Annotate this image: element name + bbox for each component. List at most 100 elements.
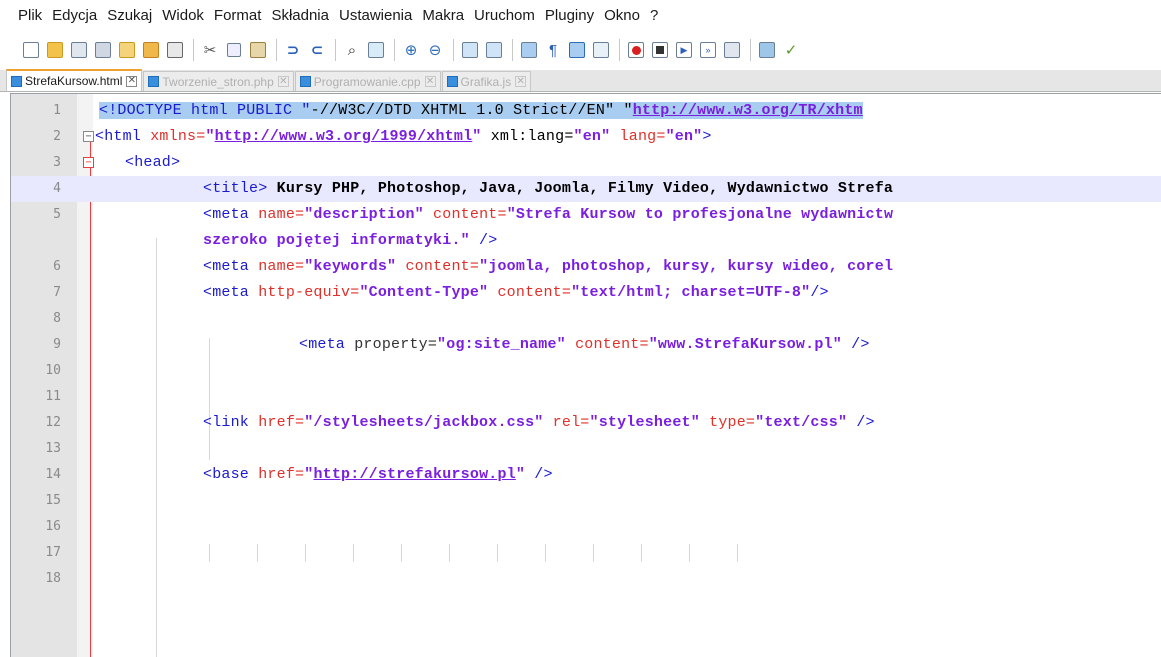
menu-bar: Plik Edycja Szukaj Widok Format Składnia… xyxy=(0,0,1161,30)
undo-icon[interactable]: ⊃ xyxy=(282,39,304,61)
menu-format[interactable]: Format xyxy=(214,7,262,24)
line-content: <head> xyxy=(125,154,181,171)
indent-guide xyxy=(353,544,354,562)
line-number: 3 xyxy=(53,155,61,170)
zoom-in-icon[interactable]: ⊕ xyxy=(400,39,422,61)
code-line-wrapped[interactable]: szeroko pojętej informatyki." /> xyxy=(11,228,1161,254)
line-content: szeroko pojętej informatyki." /> xyxy=(203,232,498,249)
save-all-icon[interactable] xyxy=(92,39,114,61)
code-line[interactable]: 2 − <html xmlns="http://www.w3.org/1999/… xyxy=(11,124,1161,150)
document-tab-bar: StrefaKursow.html ✕ Tworzenie_stron.php … xyxy=(0,69,1161,92)
close-all-icon[interactable] xyxy=(140,39,162,61)
line-number: 1 xyxy=(53,103,61,118)
print-icon[interactable] xyxy=(164,39,186,61)
line-number: 11 xyxy=(45,389,61,404)
line-content: <html xmlns="http://www.w3.org/1999/xhtm… xyxy=(95,128,712,145)
menu-help[interactable]: ? xyxy=(650,7,658,24)
indent-guide xyxy=(689,544,690,562)
tab-label: Tworzenie_stron.php xyxy=(162,74,274,89)
code-line[interactable]: 8 xyxy=(11,306,1161,332)
indent-guide-icon[interactable] xyxy=(566,39,588,61)
code-line[interactable]: 10 xyxy=(11,358,1161,384)
tab-grafika-js[interactable]: Grafika.js ✕ xyxy=(441,71,532,91)
save-macro-icon[interactable] xyxy=(721,39,743,61)
code-line[interactable]: 17 xyxy=(11,540,1161,566)
file-icon xyxy=(446,76,458,87)
fold-collapse-icon[interactable]: − xyxy=(83,157,94,168)
close-tab-icon[interactable]: ✕ xyxy=(515,76,527,87)
indent-guide xyxy=(497,544,498,562)
run-macro-multiple-icon[interactable]: » xyxy=(697,39,719,61)
tab-label: Grafika.js xyxy=(460,74,512,89)
menu-szukaj[interactable]: Szukaj xyxy=(107,7,152,24)
replace-icon[interactable] xyxy=(365,39,387,61)
line-content: <meta name="keywords" content="joomla, p… xyxy=(203,258,894,275)
line-number: 2 xyxy=(53,129,61,144)
menu-ustawienia[interactable]: Ustawienia xyxy=(339,7,412,24)
code-line[interactable]: 14 <base href="http://strefakursow.pl" /… xyxy=(11,462,1161,488)
line-number: 14 xyxy=(45,467,61,482)
code-line[interactable]: 11 xyxy=(11,384,1161,410)
stop-macro-icon[interactable] xyxy=(649,39,671,61)
new-file-icon[interactable] xyxy=(20,39,42,61)
word-wrap-icon[interactable] xyxy=(518,39,540,61)
udl-icon[interactable] xyxy=(590,39,612,61)
code-line[interactable]: 16 xyxy=(11,514,1161,540)
toolbar-separator xyxy=(276,39,277,61)
tab-tworzenie-stron-php[interactable]: Tworzenie_stron.php ✕ xyxy=(143,71,294,91)
close-tab-icon[interactable]: ✕ xyxy=(424,76,436,87)
line-number: 13 xyxy=(45,441,61,456)
zoom-out-icon[interactable]: ⊖ xyxy=(424,39,446,61)
line-number: 6 xyxy=(53,259,61,274)
code-line[interactable]: 1 <!DOCTYPE html PUBLIC "-//W3C//DTD XHT… xyxy=(11,98,1161,124)
find-icon[interactable]: ⌕ xyxy=(341,39,363,61)
code-line[interactable]: 6 <meta name="keywords" content="joomla,… xyxy=(11,254,1161,280)
sync-horizontal-icon[interactable] xyxy=(483,39,505,61)
code-line[interactable]: 3 − <head> xyxy=(11,150,1161,176)
menu-makra[interactable]: Makra xyxy=(422,7,464,24)
menu-uruchom[interactable]: Uruchom xyxy=(474,7,535,24)
menu-okno[interactable]: Okno xyxy=(604,7,640,24)
launch-browser-icon[interactable] xyxy=(756,39,778,61)
redo-icon[interactable]: ⊂ xyxy=(306,39,328,61)
indent-guide xyxy=(305,544,306,562)
code-line[interactable]: 15 xyxy=(11,488,1161,514)
line-number: 7 xyxy=(53,285,61,300)
record-macro-icon[interactable] xyxy=(625,39,647,61)
code-line[interactable]: 9 <meta property="og:site_name" content=… xyxy=(11,332,1161,358)
menu-plik[interactable]: Plik xyxy=(18,7,42,24)
close-tab-icon[interactable]: ✕ xyxy=(277,76,289,87)
code-line[interactable]: 13 xyxy=(11,436,1161,462)
paste-icon[interactable] xyxy=(247,39,269,61)
fold-collapse-icon[interactable]: − xyxy=(83,131,94,142)
cut-icon[interactable]: ✂ xyxy=(199,39,221,61)
menu-skladnia[interactable]: Składnia xyxy=(271,7,329,24)
indent-guide xyxy=(545,544,546,562)
code-line[interactable]: 7 <meta http-equiv="Content-Type" conten… xyxy=(11,280,1161,306)
spell-check-icon[interactable]: ✓ xyxy=(780,39,802,61)
indent-guide xyxy=(449,544,450,562)
code-line[interactable]: 12 <link href="/stylesheets/jackbox.css"… xyxy=(11,410,1161,436)
code-line[interactable]: 18 xyxy=(11,566,1161,592)
sync-vertical-icon[interactable] xyxy=(459,39,481,61)
line-content: <base href="http://strefakursow.pl" /> xyxy=(203,466,553,483)
menu-edycja[interactable]: Edycja xyxy=(52,7,97,24)
toolbar-separator xyxy=(512,39,513,61)
tab-programowanie-cpp[interactable]: Programowanie.cpp ✕ xyxy=(294,71,441,91)
code-line[interactable]: 5 <meta name="description" content="Stre… xyxy=(11,202,1161,228)
code-editor[interactable]: 1 <!DOCTYPE html PUBLIC "-//W3C//DTD XHT… xyxy=(10,93,1161,657)
save-icon[interactable] xyxy=(68,39,90,61)
play-macro-icon[interactable]: ▶ xyxy=(673,39,695,61)
copy-icon[interactable] xyxy=(223,39,245,61)
menu-widok[interactable]: Widok xyxy=(162,7,204,24)
code-line-current[interactable]: 4 <title> Kursy PHP, Photoshop, Java, Jo… xyxy=(11,176,1161,202)
close-file-icon[interactable] xyxy=(116,39,138,61)
open-file-icon[interactable] xyxy=(44,39,66,61)
line-content: <link href="/stylesheets/jackbox.css" re… xyxy=(203,414,875,431)
line-number: 15 xyxy=(45,493,61,508)
close-tab-icon[interactable]: ✕ xyxy=(126,75,138,87)
menu-pluginy[interactable]: Pluginy xyxy=(545,7,594,24)
tab-strefakursow-html[interactable]: StrefaKursow.html ✕ xyxy=(6,69,143,91)
show-all-chars-icon[interactable]: ¶ xyxy=(542,39,564,61)
indent-guide xyxy=(737,544,738,562)
